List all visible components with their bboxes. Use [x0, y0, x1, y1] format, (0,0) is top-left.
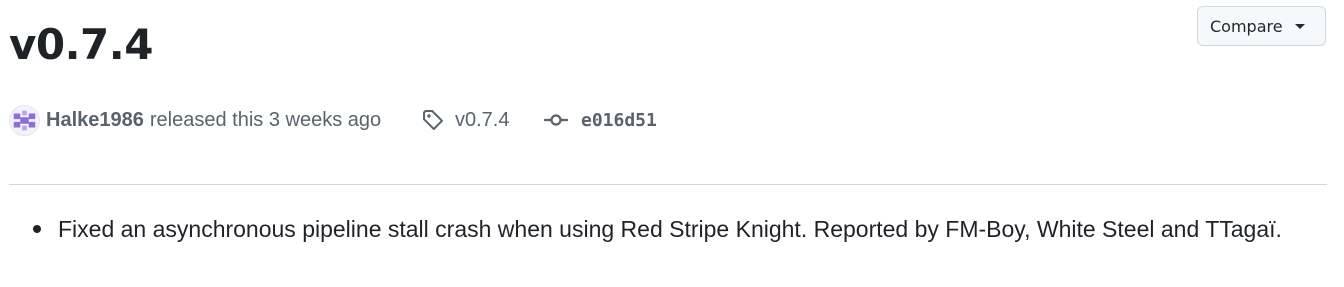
tag-icon [423, 110, 443, 130]
compare-label: Compare [1210, 16, 1283, 36]
author-link[interactable]: Halke1986 [46, 109, 144, 132]
note-text: Fixed an asynchronous pipeline stall cra… [58, 216, 1282, 242]
git-commit-icon [544, 114, 568, 126]
triangle-down-icon [1295, 24, 1305, 29]
bullet-icon [33, 225, 41, 233]
tag-link[interactable]: v0.7.4 [421, 108, 509, 132]
released-text: released this 3 weeks ago [149, 108, 382, 131]
avatar[interactable] [9, 104, 40, 136]
list-item: Fixed an asynchronous pipeline stall cra… [0, 212, 1282, 246]
commit-link[interactable]: e016d51 [544, 108, 657, 132]
divider [9, 184, 1327, 185]
compare-button[interactable]: Compare [1197, 6, 1326, 46]
release-title[interactable]: v0.7.4 [9, 17, 153, 73]
tag-label: v0.7.4 [455, 108, 510, 131]
commit-sha: e016d51 [581, 109, 657, 131]
release-notes: Fixed an asynchronous pipeline stall cra… [0, 212, 1282, 246]
release-meta: Halke1986 released this 3 weeks ago [9, 102, 381, 138]
